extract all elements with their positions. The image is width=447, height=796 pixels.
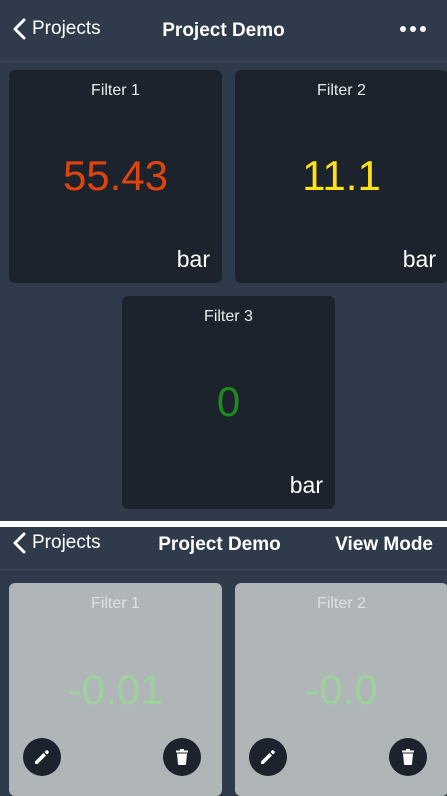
trash-icon <box>176 749 188 765</box>
card-value: -0.01 <box>67 666 164 713</box>
back-label: Projects <box>32 532 101 553</box>
trash-icon <box>402 749 414 765</box>
delete-button[interactable] <box>163 738 201 776</box>
delete-button[interactable] <box>389 738 427 776</box>
card-title: Filter 2 <box>317 82 366 99</box>
back-button[interactable]: Projects <box>12 532 101 554</box>
card-title: Filter 2 <box>317 595 366 612</box>
nav-bar: Projects Project Demo View Mode <box>0 527 447 570</box>
filter-card[interactable]: Filter 1 55.43 bar <box>9 70 222 283</box>
ellipsis-icon[interactable] <box>399 22 427 36</box>
card-value: 55.43 <box>62 152 169 199</box>
card-value: 0 <box>216 378 241 425</box>
dashboard-screen: Projects Project Demo Filter 1 55.43 bar… <box>0 0 447 521</box>
view-mode-button[interactable]: View Mode <box>335 534 433 556</box>
view-mode-screen: Projects Project Demo View Mode Filter 1… <box>0 527 447 796</box>
card-value: 11.1 <box>302 152 381 199</box>
chevron-left-icon <box>13 18 26 40</box>
back-label: Projects <box>32 18 101 39</box>
edit-button[interactable] <box>23 738 61 776</box>
card-title: Filter 1 <box>91 82 140 99</box>
card-title: Filter 1 <box>91 595 140 612</box>
filter-card[interactable]: Filter 1 -0.01 <box>9 583 222 796</box>
card-unit: bar <box>289 472 323 498</box>
card-unit: bar <box>402 246 436 272</box>
card-value: -0.0 <box>305 666 378 713</box>
filter-card[interactable]: Filter 3 0 bar <box>122 296 335 509</box>
back-button[interactable]: Projects <box>12 18 101 40</box>
nav-bar: Projects Project Demo <box>0 0 447 62</box>
pencil-icon <box>261 750 275 764</box>
card-unit: bar <box>176 246 210 272</box>
chevron-left-icon <box>13 532 26 554</box>
edit-button[interactable] <box>249 738 287 776</box>
filter-card[interactable]: Filter 2 11.1 bar <box>235 70 447 283</box>
filter-card[interactable]: Filter 2 -0.0 <box>235 583 447 796</box>
pencil-icon <box>35 750 49 764</box>
card-title: Filter 3 <box>204 308 253 325</box>
